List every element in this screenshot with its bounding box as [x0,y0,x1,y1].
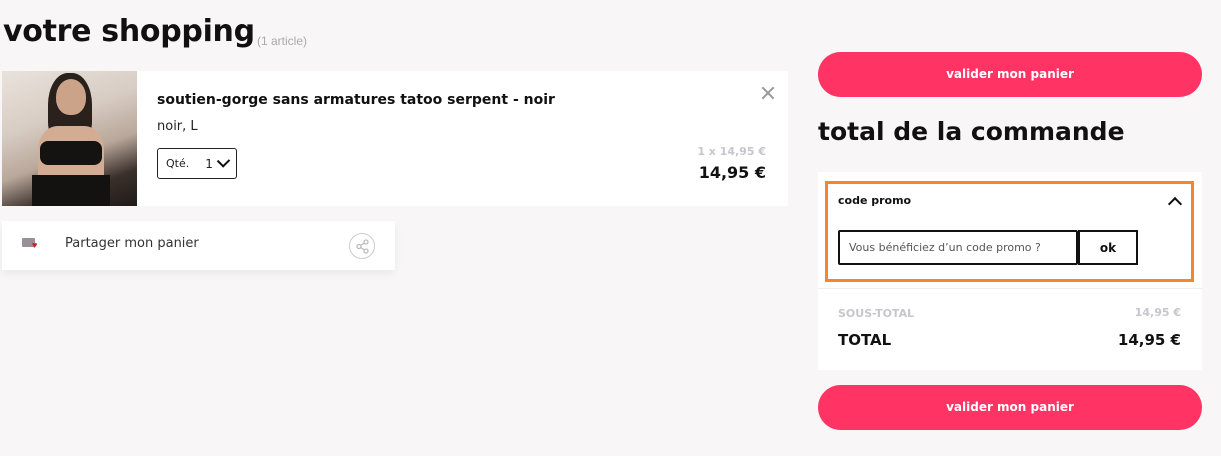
unit-price: 1 x 14,95 € [697,145,766,158]
article-count: (1 article) [257,34,308,48]
subtotal-value: 14,95 € [1134,306,1181,319]
order-total-title: total de la commande [818,117,1125,146]
chevron-down-icon [216,154,231,168]
summary-divider [818,288,1202,289]
subtotal-label: SOUS-TOTAL [838,307,915,320]
remove-item-icon[interactable] [760,85,776,101]
product-variant: noir, L [157,119,198,134]
quantity-value: 1 [205,156,213,171]
product-name[interactable]: soutien-gorge sans armatures tatoo serpe… [157,92,555,108]
total-value: 14,95 € [1117,331,1181,349]
mail-heart-icon: ♥ [22,238,38,250]
promo-submit-button[interactable]: ok [1078,230,1138,265]
share-cart-box[interactable]: ♥ Partager mon panier [2,221,395,270]
cart-item: soutien-gorge sans armatures tatoo serpe… [2,71,788,206]
quantity-select[interactable]: Qté. 1 [157,148,237,179]
product-image[interactable] [2,71,137,206]
quantity-label: Qté. [166,157,190,170]
promo-code-header[interactable]: code promo [838,194,911,207]
share-icon[interactable] [349,233,375,259]
promo-code-input[interactable] [838,230,1078,265]
page-title: votre shopping [3,14,255,49]
validate-cart-button-top[interactable]: valider mon panier [818,52,1202,97]
share-cart-label: Partager mon panier [65,236,199,251]
line-total: 14,95 € [698,163,766,182]
total-label: TOTAL [838,331,892,349]
validate-cart-button-bottom[interactable]: valider mon panier [818,385,1202,430]
